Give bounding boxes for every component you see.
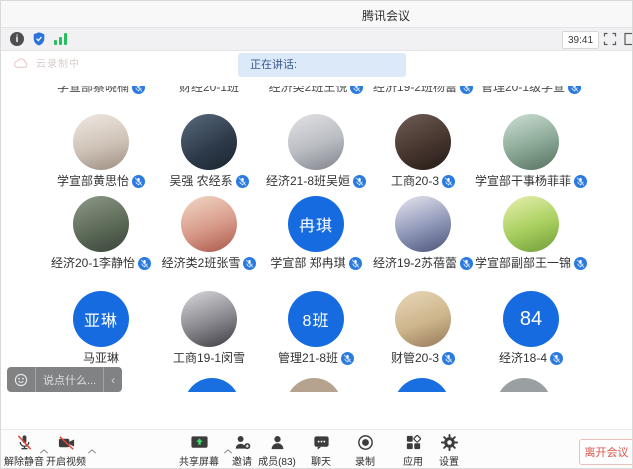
muted-mic-badge-icon	[236, 175, 249, 188]
participant-name: 管理20-1级学宣	[476, 86, 586, 94]
participant-name: 吴强 农经系	[154, 174, 264, 188]
cloud-recording-indicator: 云录制中	[13, 55, 80, 70]
participant-avatar[interactable]	[73, 196, 129, 252]
share-screen-icon	[190, 433, 209, 452]
participant-avatar[interactable]	[288, 114, 344, 170]
record-icon	[356, 433, 375, 452]
muted-mic-badge-icon	[550, 352, 563, 365]
participant-name: 经济18-4	[476, 351, 586, 365]
smiley-icon	[14, 373, 28, 387]
muted-mic-badge-icon	[574, 175, 587, 188]
collapse-chat-button[interactable]: ‹	[103, 367, 122, 392]
participant-name: 经济类2班王悦	[261, 86, 371, 94]
muted-mic-badge-icon	[574, 257, 587, 270]
cloud-recording-label: 云录制中	[36, 55, 80, 70]
participant-avatar[interactable]	[395, 291, 451, 347]
muted-mic-badge-icon	[349, 257, 362, 270]
participant-avatar[interactable]: 冉琪	[288, 196, 344, 252]
muted-mic-badge-icon	[460, 86, 473, 94]
mic-off-icon	[15, 433, 34, 452]
participant-name: 工商20-3	[368, 174, 478, 188]
chat-placeholder: 说点什么...	[43, 372, 96, 388]
participant-avatar[interactable]: 84	[503, 291, 559, 347]
participant-avatar[interactable]	[184, 378, 240, 392]
speaking-banner: 正在讲话:	[238, 53, 406, 77]
muted-mic-badge-icon	[243, 257, 256, 270]
muted-mic-badge-icon	[353, 175, 366, 188]
avatar-initials: 亚琳	[84, 307, 118, 331]
muted-mic-badge-icon	[350, 86, 363, 94]
security-shield-icon[interactable]	[32, 31, 46, 47]
participant-avatar[interactable]: 8班	[288, 291, 344, 347]
participant-avatar[interactable]	[395, 114, 451, 170]
members-icon	[268, 433, 287, 452]
participant-avatar[interactable]	[181, 196, 237, 252]
participant-avatar[interactable]	[181, 291, 237, 347]
participant-name: 财管20-3	[368, 351, 478, 365]
participant-name: 管理21-8班	[261, 351, 371, 365]
participant-name: 经济19-2苏蓓蕾	[368, 256, 478, 270]
participant-name: 经济20-1李静怡	[46, 256, 156, 270]
participant-name: 工商19-1闵雪	[154, 351, 264, 365]
participant-avatar[interactable]	[181, 114, 237, 170]
network-signal-icon	[54, 33, 69, 45]
participant-name: 经济19-2班杨蕾	[368, 86, 478, 94]
avatar-initials: 84	[520, 308, 542, 331]
muted-mic-badge-icon	[132, 175, 145, 188]
meeting-info-icon[interactable]: i	[10, 32, 24, 46]
layout-switch-icon[interactable]	[623, 32, 633, 46]
avatar-initials: 冉琪	[299, 212, 333, 236]
muted-mic-badge-icon	[341, 352, 354, 365]
participant-name: 经济21-8班吴姮	[261, 174, 371, 188]
camera-off-icon	[57, 433, 76, 452]
muted-mic-badge-icon	[132, 86, 145, 94]
participant-name: 学宣部 郑冉琪	[261, 256, 371, 270]
participant-avatar[interactable]	[73, 114, 129, 170]
participant-avatar[interactable]	[496, 378, 552, 392]
chat-input[interactable]: 说点什么...	[35, 367, 103, 392]
participant-avatar[interactable]	[503, 196, 559, 252]
quick-chat-bar[interactable]: 说点什么... ‹	[7, 367, 122, 392]
avatar-initials: 8班	[303, 307, 330, 331]
clipped-top-row: 学宣部蔡晓楠 财经20-1班 经济类2班王悦 经济19-2班杨蕾 管理20-1级…	[1, 86, 632, 99]
participant-name: 学宣部蔡晓楠	[46, 86, 156, 94]
fullscreen-icon[interactable]	[603, 32, 617, 46]
participant-name: 学宣部黄思怡	[46, 174, 156, 188]
participant-name: 经济类2班张雪	[154, 256, 264, 270]
muted-mic-badge-icon	[442, 352, 455, 365]
status-strip: i 39:41	[1, 27, 632, 51]
participant-avatar[interactable]	[394, 378, 450, 392]
settings-button[interactable]: 设置	[420, 433, 478, 468]
emoji-button[interactable]	[7, 367, 35, 392]
muted-mic-badge-icon	[568, 86, 581, 94]
participant-avatar[interactable]: 亚琳	[73, 291, 129, 347]
participant-name: 学宣部干事杨菲菲	[476, 174, 586, 188]
chat-icon	[312, 433, 331, 452]
window-title: 腾讯会议	[331, 7, 441, 24]
meeting-timer: 39:41	[562, 31, 599, 49]
leave-meeting-button[interactable]: 离开会议	[579, 439, 633, 465]
participant-avatar[interactable]	[286, 378, 342, 392]
participant-name: 财经20-1班	[154, 86, 264, 94]
meeting-window: 腾讯会议 i 39:41 云录制中 正在讲话: 学宣部蔡晓楠 财经20-1班 经…	[0, 0, 633, 469]
participant-avatar[interactable]	[503, 114, 559, 170]
chevron-up-icon[interactable]	[87, 448, 97, 455]
muted-mic-badge-icon	[442, 175, 455, 188]
participant-name: 马亚琳	[46, 351, 156, 365]
muted-mic-badge-icon	[460, 257, 473, 270]
settings-icon	[440, 433, 459, 452]
bottom-toolbar: 解除静音 开启视频 共享屏幕 邀请 成员(83) 聊天 录制	[1, 429, 632, 469]
muted-mic-badge-icon	[138, 257, 151, 270]
participant-avatar[interactable]	[395, 196, 451, 252]
participant-name: 学宣部副部王一锦	[476, 256, 586, 270]
cloud-icon	[13, 57, 30, 69]
title-bar: 腾讯会议	[1, 1, 632, 27]
